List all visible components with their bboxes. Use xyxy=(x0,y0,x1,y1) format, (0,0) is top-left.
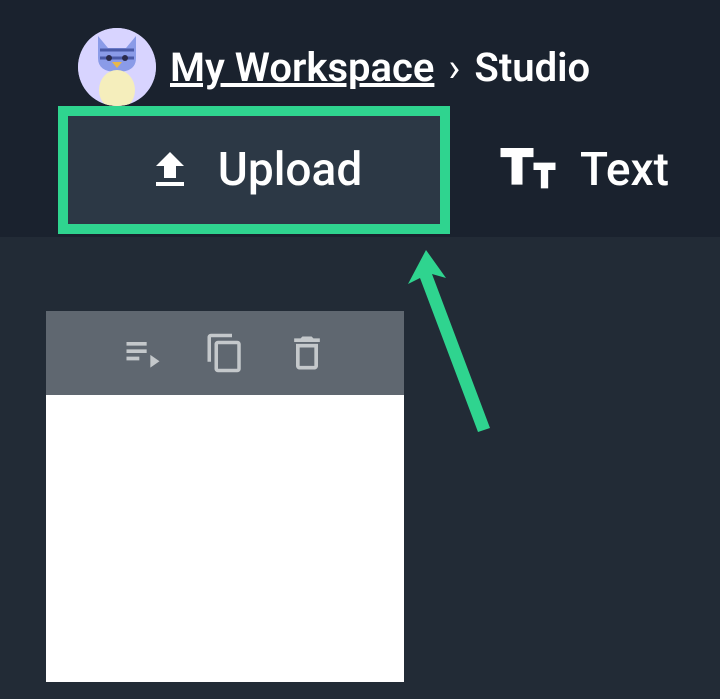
workspace-link[interactable]: My Workspace xyxy=(170,44,434,91)
card-toolbar xyxy=(46,311,404,395)
copy-icon[interactable] xyxy=(201,329,249,377)
tabs-row: Upload Text xyxy=(58,106,669,234)
upload-button[interactable]: Upload xyxy=(58,106,450,234)
breadcrumb: My Workspace › Studio xyxy=(78,28,590,106)
text-label: Text xyxy=(580,143,669,197)
upload-label: Upload xyxy=(218,143,363,197)
text-tab[interactable]: Text xyxy=(500,143,669,197)
avatar[interactable] xyxy=(78,28,156,106)
trash-icon[interactable] xyxy=(283,329,331,377)
workspace-area xyxy=(0,237,720,682)
canvas-card[interactable] xyxy=(46,311,404,682)
top-bar: My Workspace › Studio Upload Text xyxy=(0,0,720,237)
breadcrumb-current: Studio xyxy=(474,44,590,91)
playlist-icon[interactable] xyxy=(119,329,167,377)
text-icon xyxy=(500,148,556,192)
card-body[interactable] xyxy=(46,395,404,682)
breadcrumb-separator: › xyxy=(448,44,460,91)
upload-icon xyxy=(146,146,194,194)
